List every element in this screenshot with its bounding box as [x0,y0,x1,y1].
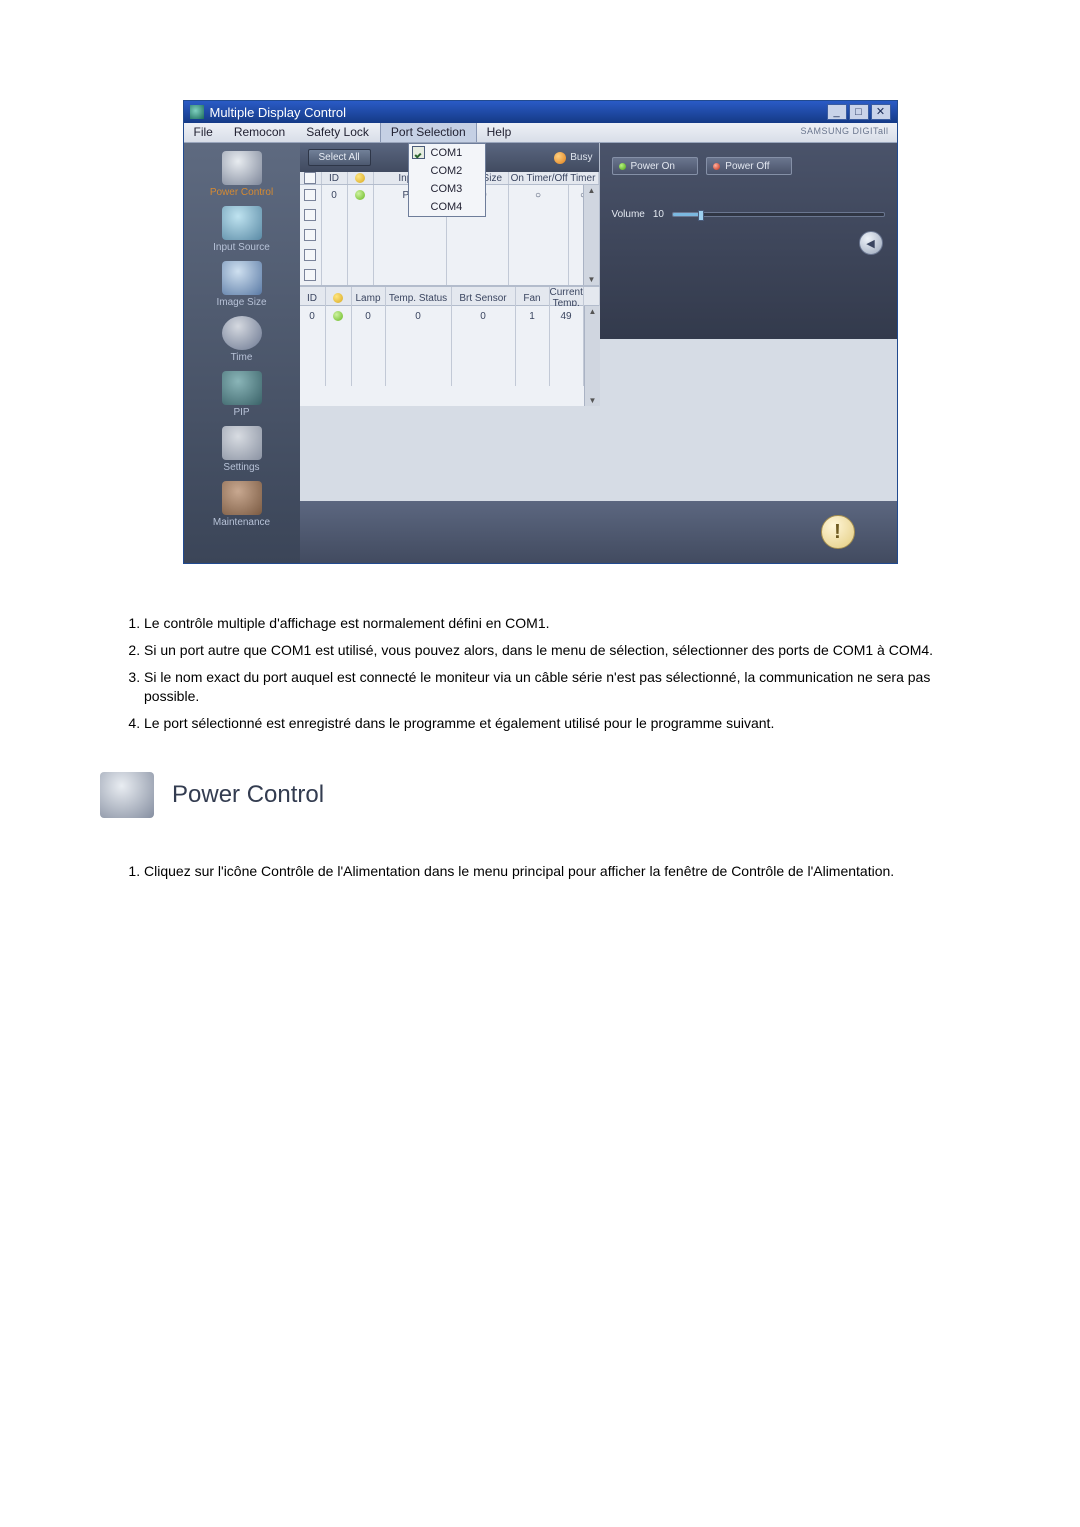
list-item: Le port sélectionné est enregistré dans … [144,714,980,733]
section-header: Power Control [100,772,980,818]
list-scrollbar[interactable] [583,185,599,285]
status-row[interactable] [300,326,600,346]
volume-slider[interactable] [672,212,885,217]
led-red-icon [713,163,720,170]
status-dot-icon [355,190,365,200]
port-option-com4[interactable]: COM4 [409,198,485,216]
app-icon [190,105,204,119]
instruction-list-1: Le contrôle multiple d'affichage est nor… [100,614,980,732]
menu-help[interactable]: Help [477,123,523,142]
busy-icon [554,152,566,164]
status-row[interactable] [300,346,600,366]
list-item: Si le nom exact du port auquel est conne… [144,668,980,706]
sidebar-item-label: Maintenance [213,517,270,528]
sidebar-item-power-control[interactable]: Power Control [188,149,296,202]
maintenance-icon [222,481,262,515]
status-row[interactable]: 0 0 0 0 1 49 [300,306,600,326]
menubar: File Remocon Safety Lock Port Selection … [184,123,897,143]
display-row[interactable] [300,245,599,265]
sidebar-item-time[interactable]: Time [188,314,296,367]
image-size-icon [222,261,262,295]
status-header-icon [355,173,365,183]
sidebar-item-label: Time [231,352,253,363]
list-item: Le contrôle multiple d'affichage est nor… [144,614,980,633]
volume-label: Volume [612,209,645,220]
control-pane: Power On Power Off Volume 10 [600,143,897,339]
window-title: Multiple Display Control [210,105,827,120]
time-icon [222,316,262,350]
status-bar: ! [300,501,897,563]
row-checkbox[interactable] [304,189,316,201]
status-row[interactable] [300,366,600,386]
row-checkbox[interactable] [304,249,316,261]
menu-port-selection[interactable]: Port Selection [380,123,477,142]
checkmark-icon [412,146,425,159]
sidebar-item-pip[interactable]: PIP [188,369,296,422]
power-icon [222,151,262,185]
input-source-icon [222,206,262,240]
menu-file[interactable]: File [184,123,224,142]
sidebar-item-label: PIP [233,407,249,418]
sidebar-item-label: Image Size [216,297,266,308]
list-item: Cliquez sur l'icône Contrôle de l'Alimen… [144,862,980,881]
volume-value: 10 [653,209,664,220]
menu-remocon[interactable]: Remocon [224,123,296,142]
menu-safety-lock[interactable]: Safety Lock [296,123,380,142]
select-all-button[interactable]: Select All [308,149,371,166]
volume-thumb[interactable] [698,210,704,221]
display-row[interactable] [300,265,599,285]
minimize-button[interactable]: _ [827,104,847,120]
instruction-list-2: Cliquez sur l'icône Contrôle de l'Alimen… [100,862,980,881]
sidebar-item-image-size[interactable]: Image Size [188,259,296,312]
status-dot-icon [333,311,343,321]
port-option-com3[interactable]: COM3 [409,180,485,198]
status-list: 0 0 0 0 1 49 [300,306,600,406]
sidebar-item-settings[interactable]: Settings [188,424,296,477]
status-header-icon [333,293,343,303]
warning-icon: ! [821,515,855,549]
port-selection-dropdown: COM1 COM2 COM3 COM4 [408,143,486,217]
titlebar: Multiple Display Control _ □ ✕ [184,101,897,123]
sidebar-item-label: Power Control [210,187,273,198]
power-off-button[interactable]: Power Off [706,157,792,175]
brand-label: SAMSUNG DIGITall [800,123,896,142]
maximize-button[interactable]: □ [849,104,869,120]
sidebar-item-input-source[interactable]: Input Source [188,204,296,257]
sidebar-item-label: Settings [223,462,259,473]
section-title: Power Control [172,781,324,809]
sidebar-item-maintenance[interactable]: Maintenance [188,479,296,532]
power-control-icon [100,772,154,818]
row-checkbox[interactable] [304,269,316,281]
row-checkbox[interactable] [304,209,316,221]
led-green-icon [619,163,626,170]
main-area: Select All Busy ID Input Image Size [300,143,897,563]
row-checkbox[interactable] [304,229,316,241]
select-all-checkbox[interactable] [304,172,316,184]
display-row[interactable] [300,225,599,245]
pip-icon [222,371,262,405]
sidebar-item-label: Input Source [213,242,270,253]
sidebar: Power Control Input Source Image Size Ti… [184,143,300,563]
busy-indicator: Busy [554,152,592,164]
app-window: Multiple Display Control _ □ ✕ File Remo… [183,100,898,564]
speaker-button[interactable]: ◀ [859,231,883,255]
status-scrollbar[interactable] [584,306,600,406]
status-list-header: ID Lamp Temp. Status Brt Sensor Fan Curr… [300,286,600,306]
power-on-button[interactable]: Power On [612,157,698,175]
settings-icon [222,426,262,460]
port-option-com2[interactable]: COM2 [409,162,485,180]
close-button[interactable]: ✕ [871,104,891,120]
speaker-icon: ◀ [866,237,874,250]
list-item: Si un port autre que COM1 est utilisé, v… [144,641,980,660]
port-option-com1[interactable]: COM1 [409,144,485,162]
